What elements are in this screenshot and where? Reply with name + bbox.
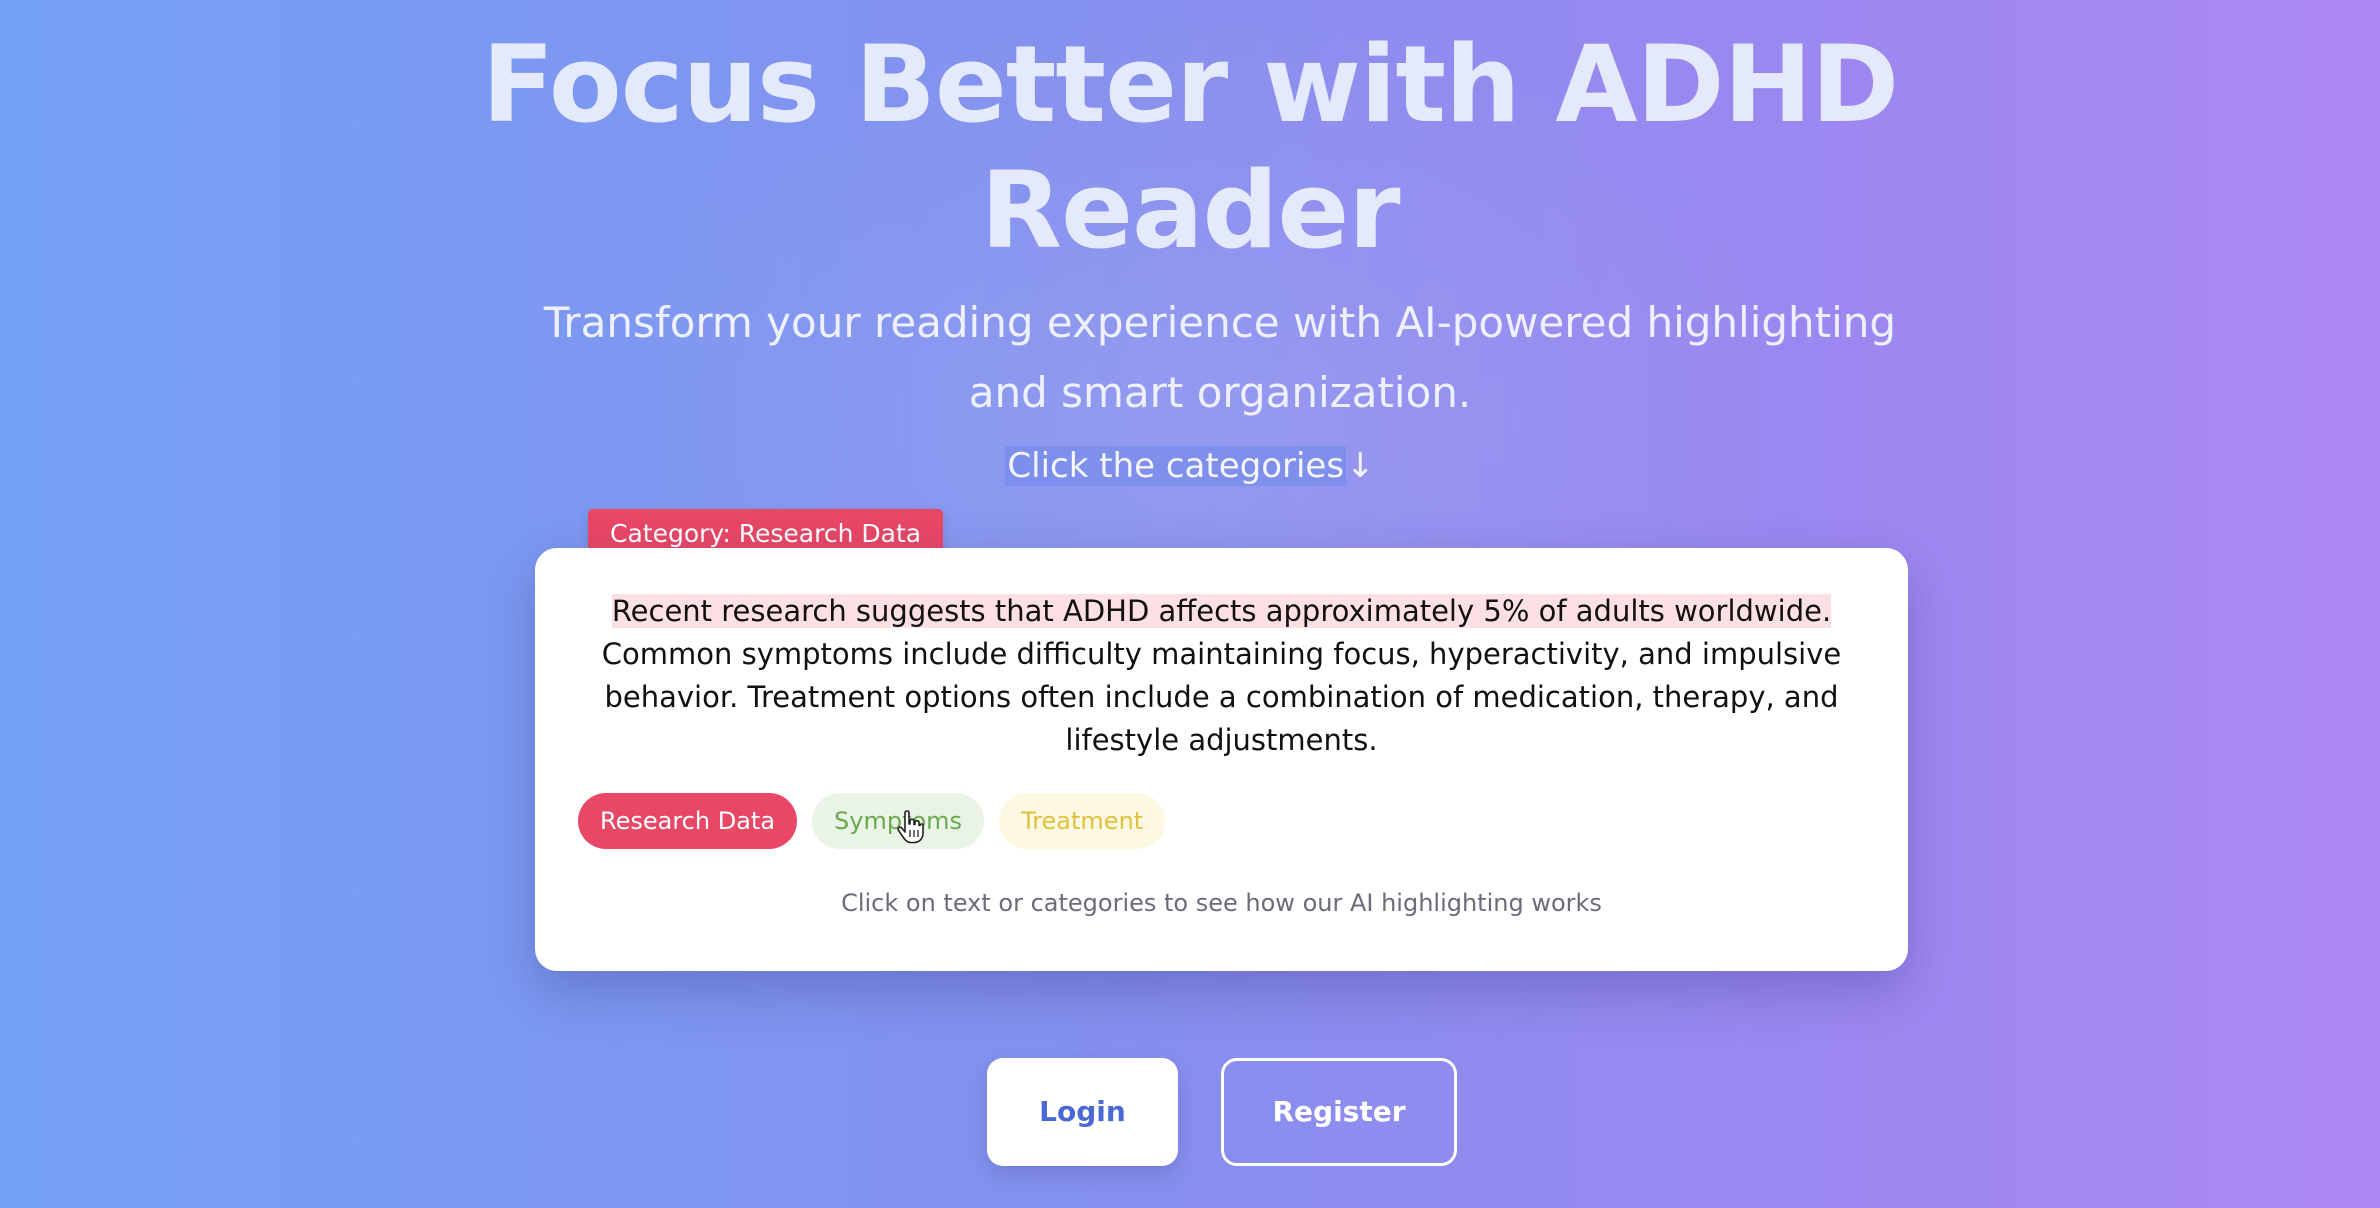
category-chips: Research Data Symptoms Treatment [578, 793, 1166, 849]
hint-text: Click the categories [1005, 446, 1347, 486]
highlighted-sentence[interactable]: Recent research suggests that ADHD affec… [611, 594, 1832, 628]
categories-hint: Click the categories↓ [1005, 440, 1375, 492]
register-button[interactable]: Register [1221, 1058, 1457, 1166]
paragraph-rest[interactable]: Common symptoms include difficulty maint… [602, 637, 1841, 757]
demo-card: Recent research suggests that ADHD affec… [535, 548, 1908, 971]
hint-container: Click the categories↓ [0, 440, 2380, 492]
chip-research-data[interactable]: Research Data [578, 793, 798, 849]
arrow-down-icon: ↓ [1346, 446, 1375, 486]
card-footer-note: Click on text or categories to see how o… [841, 889, 1602, 917]
chip-treatment[interactable]: Treatment [999, 793, 1166, 849]
hero-title: Focus Better with ADHD Reader [481, 23, 1899, 272]
chip-symptoms[interactable]: Symptoms [812, 793, 985, 849]
login-button[interactable]: Login [987, 1058, 1178, 1166]
hand-pointer-icon [897, 810, 924, 844]
demo-paragraph: Recent research suggests that ADHD affec… [575, 590, 1868, 762]
hero-subtitle: Transform your reading experience with A… [543, 298, 1897, 417]
